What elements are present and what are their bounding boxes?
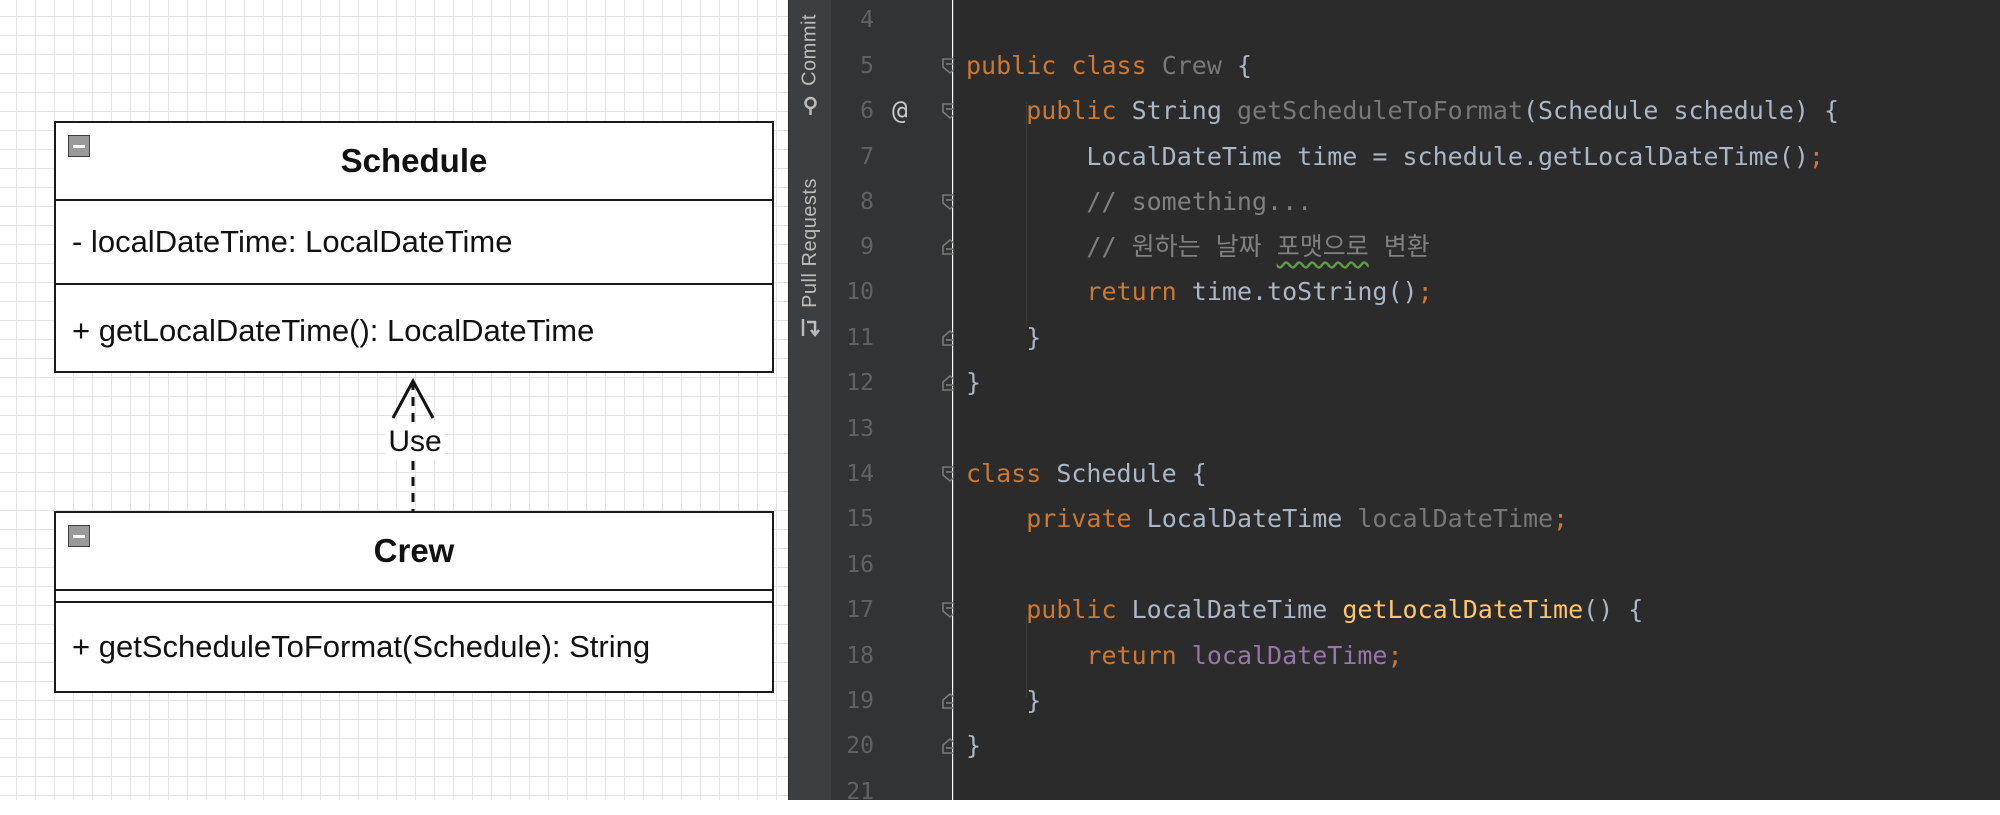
- keyword: class: [1071, 51, 1147, 80]
- code-text: time.toString(): [1176, 277, 1418, 306]
- open-arrowhead: [391, 377, 435, 419]
- code-line[interactable]: // something...: [966, 179, 1312, 225]
- comment: // something...: [1086, 187, 1313, 216]
- editor-gutter[interactable]: 4 5 6 7 8 9 10 11 12 13 14 15 16 17 18 1…: [832, 0, 958, 805]
- code-line[interactable]: private LocalDateTime localDateTime;: [966, 496, 1568, 542]
- tool-window-tab-commit[interactable]: Commit: [799, 14, 822, 116]
- uml-class-crew[interactable]: Crew + getScheduleToFormat(Schedule): St…: [54, 511, 774, 693]
- keyword: private: [1026, 504, 1132, 533]
- line-number: 5: [860, 53, 874, 79]
- method-name: getLocalDateTime: [1342, 595, 1584, 624]
- code-line[interactable]: }: [966, 360, 981, 406]
- line-number: 18: [846, 643, 874, 669]
- tool-window-tab-pull-requests[interactable]: Pull Requests: [787, 178, 833, 338]
- keyword: public: [1026, 595, 1117, 624]
- method-name: getScheduleToFormat: [1236, 96, 1523, 125]
- semicolon: ;: [1417, 277, 1433, 306]
- typo-warning[interactable]: 포맷으로: [1277, 232, 1369, 261]
- keyword: class: [966, 459, 1042, 488]
- code-text: }: [966, 731, 982, 760]
- code-line[interactable]: class Schedule {: [966, 451, 1207, 497]
- type-name: LocalDateTime: [1146, 504, 1343, 533]
- line-number: 19: [846, 688, 874, 714]
- line-number: 4: [860, 7, 874, 33]
- code-text: }: [1026, 323, 1042, 352]
- code-text: () {: [1583, 595, 1644, 624]
- code-line[interactable]: }: [966, 723, 981, 769]
- uml-class-header[interactable]: Schedule: [56, 123, 772, 201]
- line-number: 12: [846, 370, 874, 396]
- code-line[interactable]: }: [966, 315, 1041, 361]
- code-editor[interactable]: public class Crew { public String getSch…: [954, 0, 2000, 800]
- line-number: 10: [846, 279, 874, 305]
- code-text: }: [966, 368, 982, 397]
- keyword: public: [1026, 96, 1117, 125]
- code-line[interactable]: }: [966, 678, 1041, 724]
- semicolon: ;: [1387, 641, 1403, 670]
- type-name: LocalDateTime: [1131, 595, 1328, 624]
- class-name: Crew: [1161, 51, 1222, 80]
- line-number: 13: [846, 416, 874, 442]
- commit-icon: [803, 96, 817, 115]
- relation-label: Use: [385, 424, 445, 460]
- pull-request-icon: [801, 318, 820, 337]
- line-number: 16: [846, 552, 874, 578]
- code-text: (Schedule schedule) {: [1522, 96, 1840, 125]
- line-number: 21: [846, 779, 874, 805]
- code-line[interactable]: public String getScheduleToFormat(Schedu…: [966, 88, 1839, 134]
- keyword: public: [966, 51, 1057, 80]
- collapse-icon[interactable]: [68, 525, 90, 547]
- code-text: LocalDateTime time = schedule.getLocalDa…: [1086, 142, 1809, 171]
- line-number: 9: [860, 234, 874, 260]
- comment: 변환: [1368, 232, 1430, 261]
- line-number: 8: [860, 189, 874, 215]
- comment: // 원하는 날짜: [1086, 232, 1277, 261]
- type-name: String: [1131, 96, 1222, 125]
- line-number: 11: [846, 325, 874, 351]
- tool-window-strip: Commit Pull Requests: [788, 0, 832, 800]
- uml-method-section[interactable]: + getLocalDateTime(): LocalDateTime: [56, 283, 772, 371]
- uml-attribute-section[interactable]: - localDateTime: LocalDateTime: [56, 201, 772, 283]
- uml-class-schedule[interactable]: Schedule - localDateTime: LocalDateTime …: [54, 121, 774, 373]
- tool-window-tab-label: Commit: [798, 14, 821, 86]
- semicolon: ;: [1553, 504, 1569, 533]
- override-marker-icon[interactable]: @: [892, 88, 908, 134]
- keyword: return: [1086, 277, 1177, 306]
- line-number: 7: [860, 144, 874, 170]
- collapse-icon[interactable]: [68, 135, 90, 157]
- uml-method-section[interactable]: + getScheduleToFormat(Schedule): String: [56, 603, 772, 691]
- uml-class-header[interactable]: Crew: [56, 513, 772, 591]
- code-text: {: [1221, 51, 1253, 80]
- line-number: 14: [846, 461, 874, 487]
- semicolon: ;: [1808, 142, 1824, 171]
- uml-attribute: - localDateTime: LocalDateTime: [72, 224, 513, 259]
- field-name: localDateTime: [1357, 504, 1554, 533]
- code-line[interactable]: public LocalDateTime getLocalDateTime() …: [966, 587, 1643, 633]
- line-number: 20: [846, 733, 874, 759]
- code-text: }: [1026, 686, 1042, 715]
- uml-attribute-section-empty: [56, 591, 772, 603]
- line-number: 15: [846, 506, 874, 532]
- tool-window-tab-label: Pull Requests: [798, 178, 821, 308]
- uml-diagram-canvas[interactable]: Schedule - localDateTime: LocalDateTime …: [0, 0, 788, 800]
- uml-class-name: Crew: [373, 532, 455, 569]
- code-line[interactable]: return time.toString();: [966, 269, 1433, 315]
- uml-class-name: Schedule: [340, 142, 488, 179]
- class-name: Schedule: [1056, 459, 1177, 488]
- code-line[interactable]: return localDateTime;: [966, 633, 1403, 679]
- line-number: 6: [860, 98, 874, 124]
- line-number: 17: [846, 597, 874, 623]
- code-line[interactable]: public class Crew {: [966, 43, 1252, 89]
- code-line[interactable]: // 원하는 날짜 포맷으로 변환: [966, 224, 1430, 270]
- uml-method: + getLocalDateTime(): LocalDateTime: [72, 313, 595, 348]
- code-line[interactable]: LocalDateTime time = schedule.getLocalDa…: [966, 134, 1824, 180]
- keyword: return: [1086, 641, 1177, 670]
- uml-method: + getScheduleToFormat(Schedule): String: [72, 629, 651, 664]
- field-name: localDateTime: [1191, 641, 1388, 670]
- code-text: {: [1176, 459, 1207, 488]
